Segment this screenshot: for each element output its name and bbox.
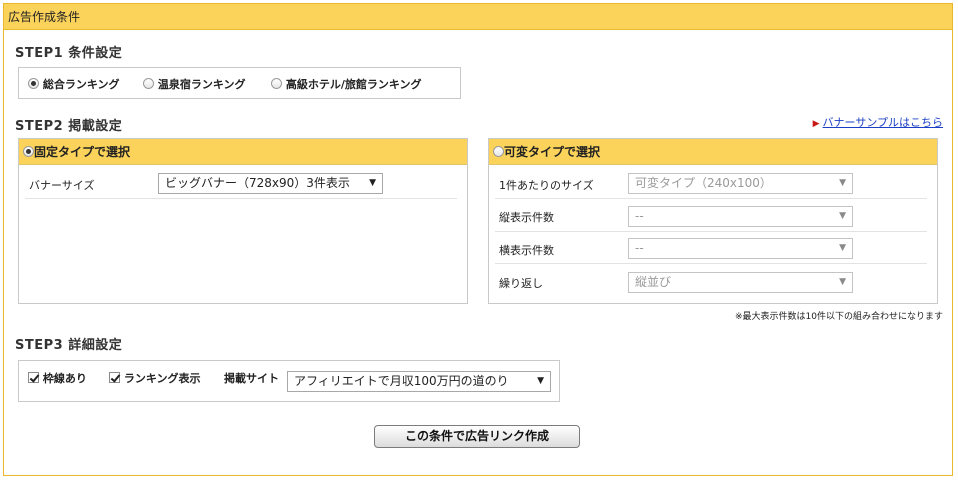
vertical-count-label: 縦表示件数: [499, 211, 554, 224]
banner-sample-link-wrap: ▶ バナーサンプルはこちら: [813, 114, 943, 130]
checkbox-icon[interactable]: [109, 372, 120, 383]
radio-icon[interactable]: [28, 78, 39, 89]
repeat-value: 縦並び: [635, 275, 672, 289]
banner-size-label: バナーサイズ: [29, 179, 95, 192]
variable-type-header[interactable]: 可変タイプで選択: [489, 139, 937, 165]
site-label: 掲載サイト: [224, 372, 279, 385]
item-size-select[interactable]: 可変タイプ（240x100） ▼: [628, 173, 853, 194]
site-select[interactable]: アフィリエイトで月収100万円の道のり ▼: [287, 371, 551, 392]
divider: [495, 198, 927, 199]
variable-type-box: 可変タイプで選択 1件あたりのサイズ 可変タイプ（240x100） ▼ 縦表示件…: [488, 138, 938, 304]
horizontal-count-select[interactable]: -- ▼: [628, 238, 853, 259]
ranking-display-checkbox-option[interactable]: ランキング表示: [109, 370, 201, 386]
border-checkbox-label: 枠線あり: [42, 372, 87, 385]
item-size-value: 可変タイプ（240x100）: [635, 176, 772, 190]
divider: [495, 231, 927, 232]
step1-title: STEP1 条件設定: [15, 46, 123, 61]
ranking-option-luxury[interactable]: 高級ホテル/旅館ランキング: [271, 76, 422, 92]
ranking-option-overall[interactable]: 総合ランキング: [28, 76, 120, 92]
ranking-option-luxury-label: 高級ホテル/旅館ランキング: [285, 78, 422, 91]
triangle-right-icon: ▶: [812, 119, 820, 129]
fixed-type-box: 固定タイプで選択 バナーサイズ ビッグバナー（728x90）3件表示 ▼: [18, 138, 468, 304]
ranking-option-onsen-label: 温泉宿ランキング: [157, 78, 246, 91]
radio-icon[interactable]: [143, 78, 154, 89]
step2-title: STEP2 掲載設定: [15, 119, 123, 134]
vertical-count-select[interactable]: -- ▼: [628, 206, 853, 227]
ranking-option-overall-label: 総合ランキング: [42, 78, 120, 91]
horizontal-count-value: --: [635, 241, 644, 255]
banner-sample-link[interactable]: バナーサンプルはこちら: [823, 116, 943, 129]
border-checkbox-option[interactable]: 枠線あり: [28, 370, 87, 386]
dropdown-arrow-icon: ▼: [537, 376, 544, 386]
divider: [495, 263, 927, 264]
divider: [25, 198, 457, 199]
repeat-select[interactable]: 縦並び ▼: [628, 272, 853, 293]
radio-icon[interactable]: [271, 78, 282, 89]
vertical-count-value: --: [635, 209, 644, 223]
ranking-option-onsen[interactable]: 温泉宿ランキング: [143, 76, 246, 92]
repeat-label: 繰り返し: [499, 277, 543, 290]
dropdown-arrow-icon: ▼: [369, 178, 376, 188]
panel-title: 広告作成条件: [4, 4, 952, 30]
dropdown-arrow-icon: ▼: [839, 211, 846, 221]
dropdown-arrow-icon: ▼: [839, 277, 846, 287]
dropdown-arrow-icon: ▼: [839, 178, 846, 188]
item-size-label: 1件あたりのサイズ: [499, 179, 594, 192]
variable-type-label: 可変タイプで選択: [504, 145, 601, 159]
site-value: アフィリエイトで月収100万円の道のり: [294, 374, 509, 388]
ranking-display-checkbox-label: ランキング表示: [123, 372, 201, 385]
create-ad-link-button[interactable]: この条件で広告リンク作成: [374, 425, 580, 448]
step3-title: STEP3 詳細設定: [15, 338, 123, 353]
step1-options-box: 総合ランキング 温泉宿ランキング 高級ホテル/旅館ランキング: [18, 67, 461, 99]
banner-size-select[interactable]: ビッグバナー（728x90）3件表示 ▼: [158, 173, 383, 194]
step3-options-box: 枠線あり ランキング表示 掲載サイト アフィリエイトで月収100万円の道のり ▼: [18, 360, 560, 402]
dropdown-arrow-icon: ▼: [839, 243, 846, 253]
checkbox-icon[interactable]: [28, 372, 39, 383]
fixed-type-header[interactable]: 固定タイプで選択: [19, 139, 467, 165]
max-count-note: ※最大表示件数は10件以下の組み合わせになります: [735, 312, 943, 322]
horizontal-count-label: 横表示件数: [499, 244, 554, 257]
radio-icon[interactable]: [493, 146, 504, 157]
radio-icon[interactable]: [23, 146, 34, 157]
fixed-type-label: 固定タイプで選択: [34, 145, 131, 159]
banner-size-value: ビッグバナー（728x90）3件表示: [165, 176, 350, 190]
